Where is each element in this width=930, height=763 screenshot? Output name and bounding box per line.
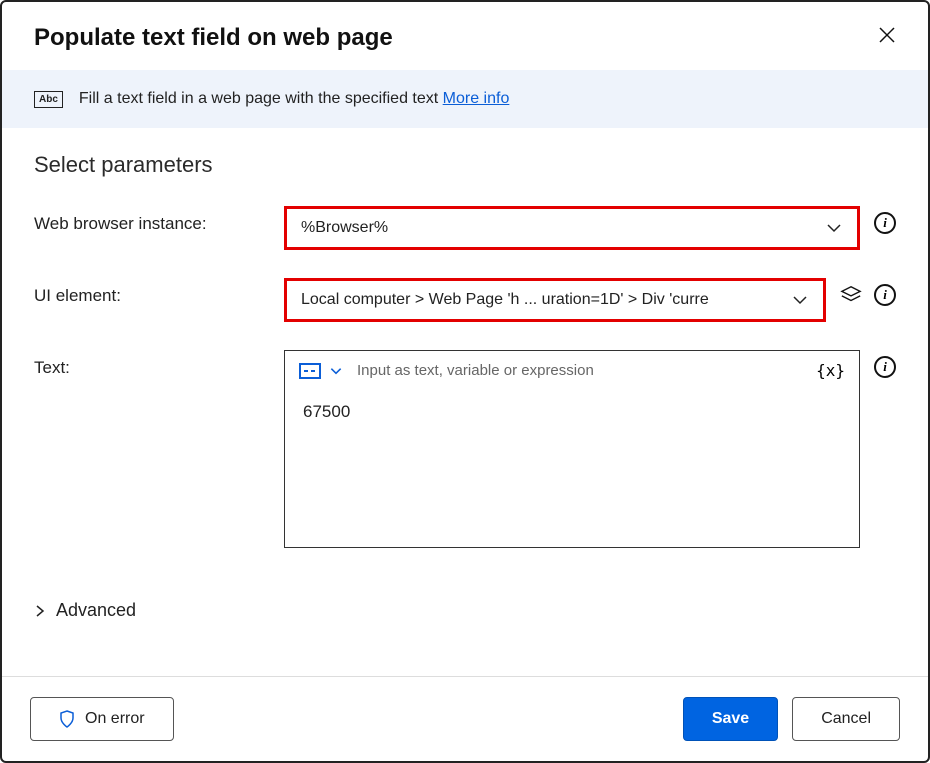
cancel-label: Cancel [821, 710, 871, 728]
close-icon [878, 26, 896, 44]
chevron-down-icon [329, 364, 343, 378]
info-text-content: Fill a text field in a web page with the… [79, 90, 443, 107]
dialog-header: Populate text field on web page [2, 2, 928, 70]
info-icon[interactable]: i [874, 212, 896, 234]
on-error-label: On error [85, 710, 145, 728]
text-editor[interactable]: Input as text, variable or expression {x… [284, 350, 860, 548]
browser-instance-value: %Browser% [301, 219, 388, 237]
advanced-label: Advanced [56, 600, 136, 621]
ui-element-dropdown[interactable]: Local computer > Web Page 'h ... uration… [284, 278, 826, 322]
section-title: Select parameters [34, 152, 896, 178]
text-mode-icon [299, 363, 321, 379]
layers-icon[interactable] [840, 284, 862, 306]
advanced-toggle[interactable]: Advanced [34, 600, 896, 621]
insert-variable-button[interactable]: {x} [816, 361, 845, 380]
info-icon[interactable]: i [874, 284, 896, 306]
save-button[interactable]: Save [683, 697, 778, 741]
chevron-down-icon [791, 291, 809, 309]
row-ui-element: UI element: Local computer > Web Page 'h… [34, 278, 896, 322]
shield-icon [59, 710, 75, 728]
text-field-icon: Abc [34, 91, 63, 108]
text-value[interactable]: 67500 [285, 390, 859, 547]
more-info-link[interactable]: More info [443, 90, 510, 107]
row-text: Text: Input as text, variable or express… [34, 350, 896, 548]
cancel-button[interactable]: Cancel [792, 697, 900, 741]
text-placeholder: Input as text, variable or expression [357, 362, 802, 379]
info-text: Fill a text field in a web page with the… [79, 90, 509, 108]
info-icon[interactable]: i [874, 356, 896, 378]
ui-element-value: Local computer > Web Page 'h ... uration… [301, 291, 709, 309]
dialog-body: Select parameters Web browser instance: … [2, 128, 928, 676]
dialog: Populate text field on web page Abc Fill… [0, 0, 930, 763]
editor-toolbar: Input as text, variable or expression {x… [285, 351, 859, 390]
text-label: Text: [34, 350, 284, 378]
browser-instance-dropdown[interactable]: %Browser% [284, 206, 860, 250]
row-browser-instance: Web browser instance: %Browser% i [34, 206, 896, 250]
chevron-right-icon [34, 605, 46, 617]
save-label: Save [712, 710, 749, 728]
dialog-footer: On error Save Cancel [2, 676, 928, 761]
dialog-title: Populate text field on web page [34, 24, 393, 52]
text-mode-toggle[interactable] [299, 363, 343, 379]
info-bar: Abc Fill a text field in a web page with… [2, 70, 928, 128]
on-error-button[interactable]: On error [30, 697, 174, 741]
ui-element-label: UI element: [34, 278, 284, 306]
browser-instance-label: Web browser instance: [34, 206, 284, 234]
footer-right: Save Cancel [683, 697, 900, 741]
chevron-down-icon [825, 219, 843, 237]
close-button[interactable] [878, 26, 896, 50]
